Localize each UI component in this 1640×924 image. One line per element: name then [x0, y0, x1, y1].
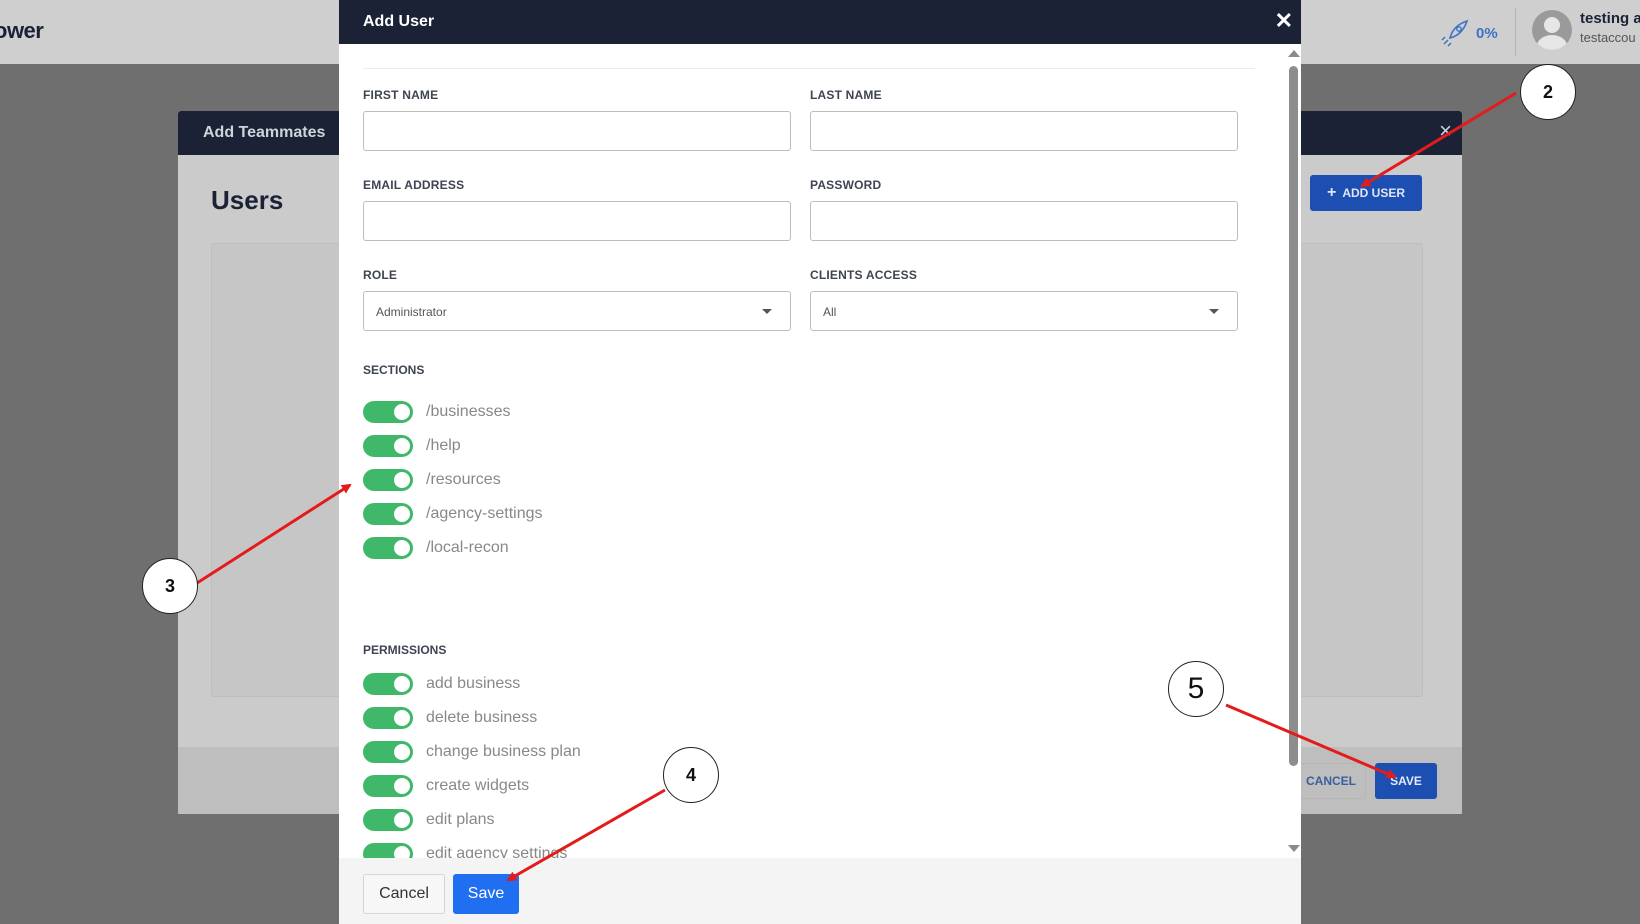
- permission-toggle-label: change business plan: [426, 743, 581, 760]
- chevron-down-icon: [762, 309, 772, 314]
- section-toggle-label: /local-recon: [426, 539, 509, 556]
- toggle-knob: [394, 846, 410, 858]
- password-label: PASSWORD: [810, 178, 882, 192]
- permission-toggle[interactable]: [363, 809, 413, 831]
- section-toggle[interactable]: [363, 503, 413, 525]
- section-toggle[interactable]: [363, 435, 413, 457]
- rocket-icon: [1441, 19, 1469, 47]
- section-toggle-label: /help: [426, 437, 461, 454]
- user-account: testaccou: [1580, 30, 1636, 45]
- add-user-form: FIRST NAME LAST NAME EMAIL ADDRESS PASSW…: [339, 44, 1285, 858]
- scrollbar[interactable]: [1285, 44, 1301, 858]
- progress-indicator[interactable]: 0%: [1440, 18, 1498, 48]
- teammates-modal-title: Add Teammates: [203, 124, 326, 141]
- page-title: Users: [211, 185, 284, 215]
- close-icon[interactable]: ✕: [1275, 10, 1293, 32]
- permission-toggle-row: delete business: [363, 707, 537, 729]
- email-label: EMAIL ADDRESS: [363, 178, 465, 192]
- permission-toggle-row: change business plan: [363, 741, 581, 763]
- add-user-button[interactable]: + ADD USER: [1310, 175, 1422, 211]
- permission-toggle[interactable]: [363, 775, 413, 797]
- toggle-knob: [394, 710, 410, 726]
- toggle-knob: [394, 540, 410, 556]
- step-callout-5: 5: [1168, 661, 1224, 717]
- permission-toggle-label: edit plans: [426, 811, 495, 828]
- toggle-knob: [394, 812, 410, 828]
- section-toggle-label: /agency-settings: [426, 505, 543, 522]
- save-button[interactable]: Save: [453, 874, 519, 914]
- toggle-knob: [394, 778, 410, 794]
- cancel-button[interactable]: Cancel: [363, 874, 445, 914]
- step-callout-4: 4: [663, 747, 719, 803]
- sections-heading: SECTIONS: [363, 363, 425, 377]
- user-name: testing a: [1580, 10, 1640, 27]
- save-button[interactable]: SAVE: [1375, 763, 1437, 799]
- brand-logo-text: ower: [0, 18, 44, 43]
- password-field[interactable]: [810, 201, 1238, 241]
- first-name-label: FIRST NAME: [363, 88, 439, 102]
- add-user-modal: Add User ✕ FIRST NAME LAST NAME EMAIL AD…: [339, 0, 1301, 924]
- permission-toggle[interactable]: [363, 707, 413, 729]
- role-label: ROLE: [363, 268, 398, 282]
- scrollbar-thumb[interactable]: [1289, 66, 1298, 766]
- email-field[interactable]: [363, 201, 791, 241]
- permission-toggle-row: edit agency settings: [363, 843, 567, 858]
- toggle-knob: [394, 744, 410, 760]
- section-toggle[interactable]: [363, 469, 413, 491]
- add-user-label: ADD USER: [1342, 186, 1405, 200]
- scroll-down-arrow-icon[interactable]: [1288, 845, 1300, 852]
- scroll-up-arrow-icon[interactable]: [1288, 50, 1300, 57]
- section-toggle-row: /help: [363, 435, 461, 457]
- user-menu[interactable]: testing a testaccou: [1532, 10, 1640, 50]
- close-icon[interactable]: ×: [1439, 120, 1452, 142]
- clients-access-selected-value: All: [823, 305, 837, 319]
- permission-toggle-label: create widgets: [426, 777, 530, 794]
- section-toggle-label: /resources: [426, 471, 501, 488]
- first-name-field[interactable]: [363, 111, 791, 151]
- role-select[interactable]: Administrator: [363, 291, 791, 331]
- last-name-label: LAST NAME: [810, 88, 882, 102]
- progress-percent: 0%: [1476, 24, 1498, 42]
- role-selected-value: Administrator: [376, 305, 447, 319]
- clients-access-label: CLIENTS ACCESS: [810, 268, 918, 282]
- clients-access-select[interactable]: All: [810, 291, 1238, 331]
- step-callout-3: 3: [142, 558, 198, 614]
- permission-toggle[interactable]: [363, 843, 413, 858]
- permission-toggle[interactable]: [363, 741, 413, 763]
- toggle-knob: [394, 472, 410, 488]
- avatar: [1532, 10, 1572, 50]
- section-toggle-row: /agency-settings: [363, 503, 543, 525]
- plus-icon: +: [1326, 184, 1337, 201]
- last-name-field[interactable]: [810, 111, 1238, 151]
- permission-toggle-label: edit agency settings: [426, 845, 568, 858]
- section-toggle[interactable]: [363, 401, 413, 423]
- toggle-knob: [394, 404, 410, 420]
- permission-toggle-row: edit plans: [363, 809, 495, 831]
- step-callout-2: 2: [1520, 64, 1576, 120]
- section-toggle[interactable]: [363, 537, 413, 559]
- section-toggle-row: /local-recon: [363, 537, 509, 559]
- permissions-heading: PERMISSIONS: [363, 643, 447, 657]
- toggle-knob: [394, 438, 410, 454]
- permission-toggle-label: add business: [426, 675, 521, 692]
- toggle-knob: [394, 676, 410, 692]
- add-user-modal-header: Add User ✕: [339, 0, 1301, 44]
- permission-toggle-row: create widgets: [363, 775, 529, 797]
- chevron-down-icon: [1209, 309, 1219, 314]
- header-divider: [1515, 8, 1516, 56]
- section-toggle-row: /resources: [363, 469, 501, 491]
- permission-toggle-row: add business: [363, 673, 520, 695]
- add-user-modal-footer: Cancel Save: [339, 858, 1301, 924]
- toggle-knob: [394, 506, 410, 522]
- divider: [363, 68, 1255, 69]
- section-toggle-row: /businesses: [363, 401, 511, 423]
- add-user-modal-title: Add User: [363, 13, 435, 30]
- cancel-button[interactable]: CANCEL: [1296, 763, 1366, 799]
- section-toggle-label: /businesses: [426, 403, 511, 420]
- permission-toggle[interactable]: [363, 673, 413, 695]
- permission-toggle-label: delete business: [426, 709, 538, 726]
